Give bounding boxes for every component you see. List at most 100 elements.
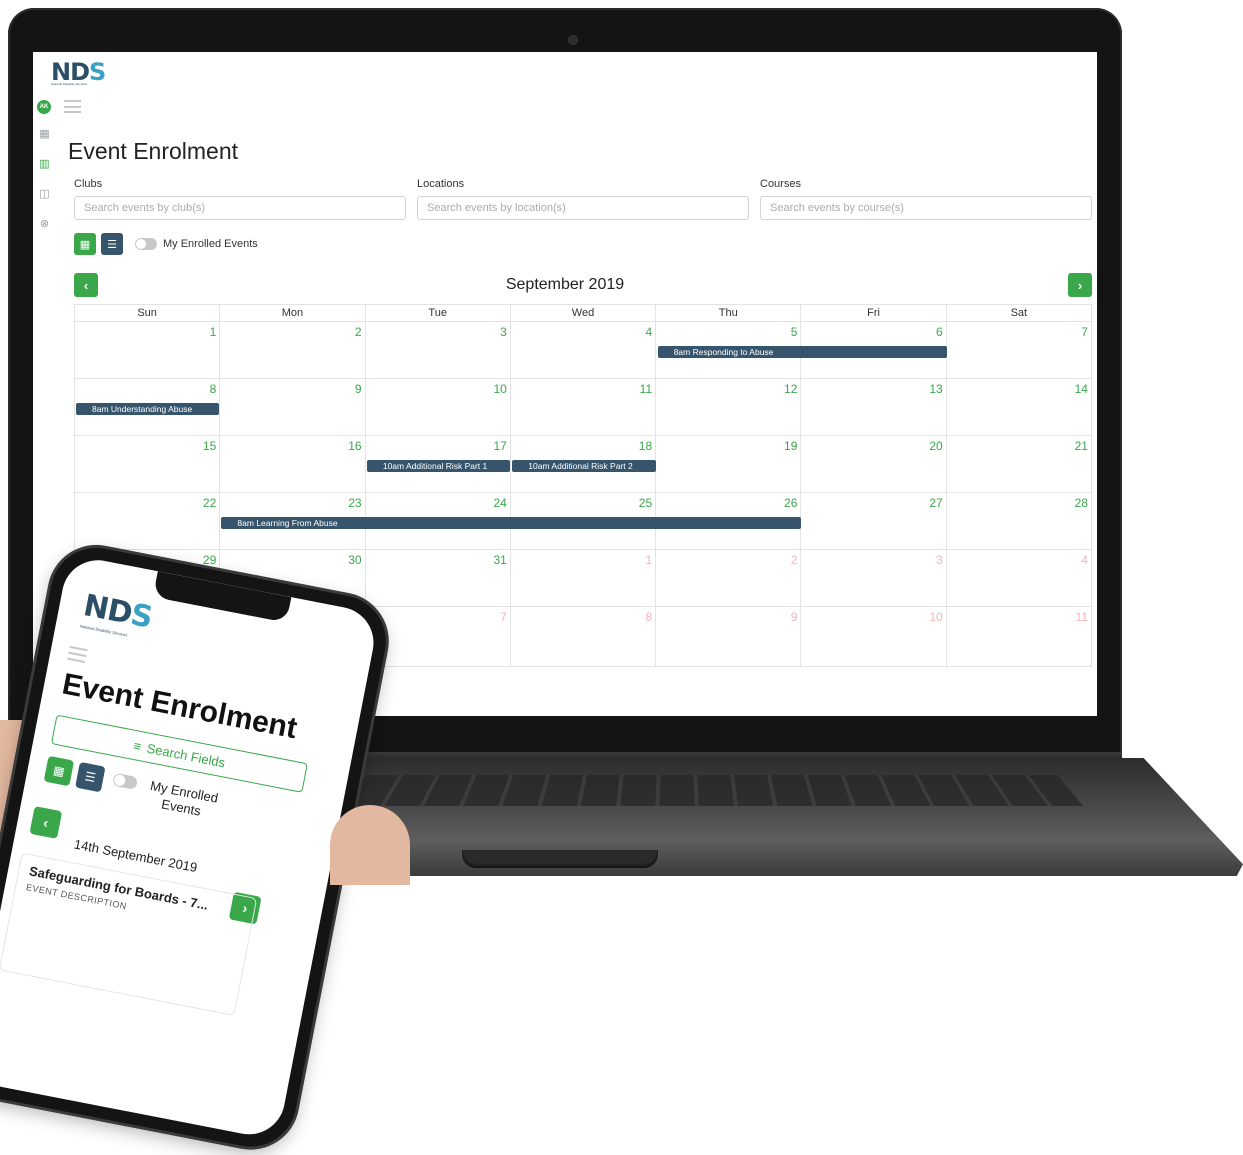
calendar-day-cell[interactable]: 8 [510,607,657,667]
list-icon: ☰ [83,769,97,786]
weekday-mon: Mon [220,305,366,322]
day-number: 24 [493,496,507,510]
calendar-event[interactable]: 8am Understanding Abuse [76,403,220,415]
courses-label: Courses [760,178,801,190]
calendar-day-cell[interactable]: 10 [365,379,511,436]
day-number: 18 [638,439,653,453]
phone-screen: NDS National Disability Services Event E… [0,554,380,1141]
phone-list-view-button[interactable]: ☰ [75,761,106,793]
clubs-input[interactable] [74,196,406,220]
courses-input[interactable] [760,196,1092,220]
day-number: 9 [354,382,362,396]
day-number: 31 [493,553,507,567]
calendar-day-cell[interactable]: 10 [801,607,947,667]
calendar-icon[interactable]: ▥ [38,157,51,170]
calendar-day-cell[interactable]: 31 [365,550,511,607]
calendar-day-cell[interactable]: 1 [510,550,657,607]
day-number: 11 [1075,610,1088,624]
calendar-day-cell[interactable]: 14 [946,379,1092,436]
calendar-day-cell[interactable]: 11 [946,607,1092,667]
phone-prev-button[interactable]: ‹ [29,806,63,839]
calendar-day-cell[interactable]: 3 [801,550,947,607]
book-icon[interactable]: ◫ [38,187,51,200]
calendar-day-cell[interactable]: 9 [220,379,366,436]
calendar-day-cell[interactable]: 7 [365,607,511,667]
calendar-view-button[interactable]: ▦ [74,233,96,255]
list-icon: ☰ [107,238,117,251]
phone-enrolled-toggle[interactable] [112,772,139,791]
thumb [330,805,410,885]
calendar-week-row: 8 9 10 11 12 13 14 8am Understanding Abuse [75,379,1092,436]
calendar-day-cell[interactable]: 1 [75,322,221,379]
calendar-event[interactable]: 8am Learning From Abuse [221,517,802,529]
locations-label: Locations [417,178,465,190]
phone-calendar-view-button[interactable]: ▦ [43,755,75,787]
day-number: 3 [500,325,507,339]
day-number: 30 [348,553,362,567]
list-view-button[interactable]: ☰ [101,233,123,255]
phone-enrolled-toggle-label: My Enrolled Events [149,777,220,819]
calendar-day-cell[interactable]: 21 [946,436,1092,493]
day-number: 23 [348,496,362,510]
camera-icon [569,36,577,44]
day-number: 1 [209,325,217,339]
calendar-day-cell[interactable]: 20 [801,436,947,493]
day-number: 6 [936,325,943,339]
avatar[interactable]: AK [37,100,51,114]
enrolled-toggle[interactable] [135,238,157,250]
day-number: 7 [500,610,507,624]
calendar-day-cell[interactable]: 3 [365,322,511,379]
calendar-event[interactable]: 10am Additional Risk Part 1 [366,460,511,472]
calendar-day-cell[interactable]: 7 [946,322,1092,379]
calendar-day-cell[interactable]: 4 [946,550,1092,607]
day-number: 19 [784,439,798,453]
calendar-day-cell[interactable]: 16 [220,436,366,493]
day-number: 10 [929,610,943,624]
day-number: 22 [202,496,217,510]
menu-icon[interactable] [64,100,81,113]
day-number: 20 [929,439,943,453]
calendar-day-cell[interactable]: 2 [656,550,802,607]
calendar-day-cell[interactable]: 9 [656,607,802,667]
next-month-button[interactable]: › [1068,273,1092,297]
calendar-day-cell[interactable]: 12 [656,379,802,436]
calendar-day-cell[interactable]: 27 [801,493,947,550]
phone-event-card[interactable]: Safeguarding for Boards - 7... EVENT DES… [0,852,258,1017]
day-number: 29 [202,553,217,567]
calendar-day-cell[interactable]: 4 [510,322,657,379]
weekday-thu: Thu [656,305,802,322]
day-number: 4 [1081,553,1088,567]
month-title: September 2019 [505,276,625,293]
dashboard-icon[interactable]: ▦ [38,127,51,140]
day-number: 16 [348,439,362,453]
calendar-week-row: 22 23 24 25 26 27 28 8am Learning From Abuse [75,493,1092,550]
day-number: 5 [790,325,798,339]
calendar-event[interactable]: 8am Responding to Abuse [657,346,947,358]
day-number: 27 [929,496,943,510]
calendar-day-cell[interactable]: 19 [656,436,802,493]
support-icon[interactable]: ⊗ [38,217,51,230]
clubs-label: Clubs [74,178,103,190]
weekday-wed: Wed [510,305,657,322]
day-number: 9 [790,610,798,624]
calendar-day-cell[interactable]: 22 [75,493,221,550]
phone-menu-icon[interactable] [67,645,88,664]
day-number: 12 [784,382,798,396]
calendar-day-cell[interactable]: 2 [220,322,366,379]
locations-input[interactable] [417,196,749,220]
enrolled-toggle-label: My Enrolled Events [163,238,258,250]
day-number: 26 [784,496,798,510]
calendar-day-cell[interactable]: 15 [75,436,221,493]
day-number: 25 [638,496,653,510]
chevron-right-icon: › [1077,277,1083,293]
calendar-day-cell[interactable]: 28 [946,493,1092,550]
day-number: 14 [1074,382,1088,396]
calendar-grid-icon: ▦ [51,763,66,779]
calendar-day-cell[interactable]: 11 [510,379,657,436]
weekday-sat: Sat [946,305,1092,322]
calendar-day-cell[interactable]: 13 [801,379,947,436]
filter-list-icon: ≡ [132,737,143,754]
calendar-event[interactable]: 10am Additional Risk Part 2 [512,460,656,472]
day-number: 17 [493,439,507,453]
day-number: 28 [1074,496,1088,510]
